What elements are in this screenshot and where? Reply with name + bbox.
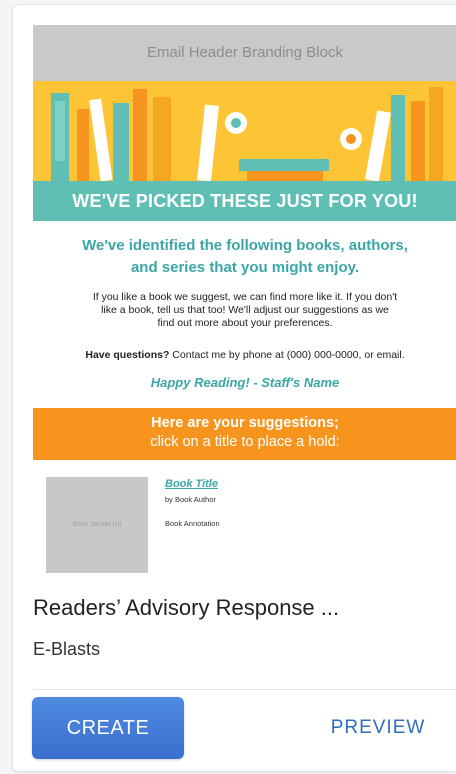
template-title: Readers’ Advisory Response ... bbox=[33, 595, 340, 620]
questions-contact: Contact me by phone at (000) 000-0000, o… bbox=[169, 349, 405, 361]
create-button[interactable]: CREATE bbox=[32, 697, 184, 759]
email-header-branding-block: Email Header Branding Block bbox=[33, 25, 456, 81]
template-thumbnail[interactable]: Email Header Branding Block WE'VE PICKED… bbox=[33, 25, 456, 573]
suggestions-line-2: click on a title to place a hold: bbox=[150, 434, 340, 450]
preview-button[interactable]: PREVIEW bbox=[313, 697, 443, 759]
questions-line: Have questions? Contact me by phone at (… bbox=[43, 349, 447, 362]
template-category: E-Blasts bbox=[33, 639, 101, 659]
body-line-2: like a book, tell us that too! We'll adj… bbox=[101, 304, 389, 316]
body-line-1: If you like a book we suggest, we can fi… bbox=[92, 291, 398, 303]
questions-label: Have questions? bbox=[85, 349, 170, 361]
book-author: by Book Author bbox=[165, 495, 216, 504]
suggestions-line-1: Here are your suggestions; bbox=[151, 415, 339, 431]
body-line-3: find out more about your preferences. bbox=[157, 317, 333, 329]
book-title-link: Book Title bbox=[165, 478, 218, 490]
book-cover-placeholder: Book Jacket Url bbox=[46, 477, 148, 573]
template-card[interactable]: Email Header Branding Block WE'VE PICKED… bbox=[12, 4, 456, 772]
divider bbox=[33, 689, 456, 690]
intro-line-1: We've identified the following books, au… bbox=[82, 237, 408, 254]
intro-line-2: and series that you might enjoy. bbox=[130, 259, 360, 276]
banner-heading: WE'VE PICKED THESE JUST FOR YOU! bbox=[33, 181, 456, 221]
body-text: If you like a book we suggest, we can fi… bbox=[61, 291, 429, 330]
bookshelf-banner-image bbox=[33, 81, 456, 181]
intro-text: We've identified the following books, au… bbox=[53, 235, 437, 279]
signoff-text: Happy Reading! - Staff's Name bbox=[150, 375, 340, 390]
suggestions-banner: Here are your suggestions; click on a ti… bbox=[33, 408, 456, 460]
book-annotation: Book Annotation bbox=[165, 519, 220, 528]
